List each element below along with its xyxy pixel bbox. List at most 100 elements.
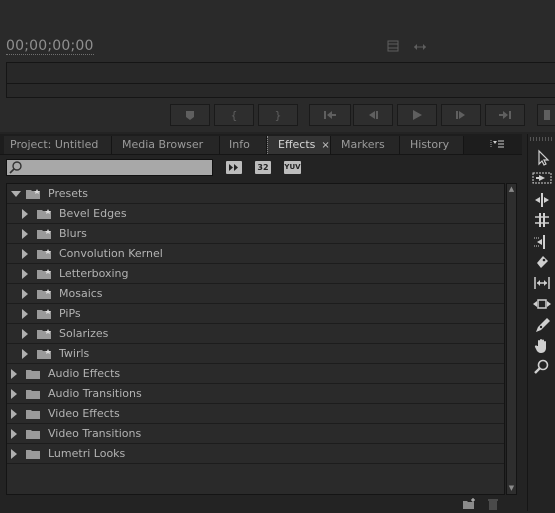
- scroll-down-icon[interactable]: ▼: [507, 484, 516, 493]
- disclosure-collapsed-icon[interactable]: [22, 209, 28, 219]
- add-marker-button[interactable]: [170, 104, 210, 126]
- accelerated-effects-icon: [226, 161, 242, 174]
- disclosure-collapsed-icon[interactable]: [22, 349, 28, 359]
- monitor-time-ruler[interactable]: [6, 62, 555, 84]
- panel-tab-bar: Project: Untitled Media Browser Info Eff…: [0, 134, 522, 155]
- lift-button[interactable]: [537, 104, 555, 126]
- 32bit-label: 32: [257, 163, 269, 172]
- disclosure-collapsed-icon[interactable]: [11, 429, 17, 439]
- tree-row-blurs[interactable]: Blurs: [7, 224, 504, 244]
- folder-icon: [26, 429, 41, 439]
- disclosure-collapsed-icon[interactable]: [11, 389, 17, 399]
- tab-media-browser[interactable]: Media Browser: [112, 136, 220, 154]
- tree-row-label: Solarizes: [59, 327, 109, 340]
- tree-scrollbar[interactable]: ▲ ▼: [506, 183, 517, 495]
- disclosure-expanded-icon[interactable]: [11, 191, 21, 197]
- tree-row-convolution-kernel[interactable]: Convolution Kernel: [7, 244, 504, 264]
- preset-folder-icon: [37, 349, 52, 359]
- ripple-edit-tool-icon[interactable]: [532, 191, 552, 209]
- tree-row-letterboxing[interactable]: Letterboxing: [7, 264, 504, 284]
- new-bin-icon[interactable]: [462, 498, 477, 510]
- disclosure-collapsed-icon[interactable]: [22, 309, 28, 319]
- pen-tool-icon[interactable]: [532, 316, 552, 334]
- effects-search-input[interactable]: [6, 159, 213, 176]
- tree-row-audio-transitions[interactable]: Audio Transitions: [7, 384, 504, 404]
- drag-video-icon[interactable]: [413, 41, 427, 55]
- step-forward-button[interactable]: [441, 104, 481, 126]
- tree-row-mosaics[interactable]: Mosaics: [7, 284, 504, 304]
- preset-folder-icon: [37, 289, 52, 299]
- tree-row-video-transitions[interactable]: Video Transitions: [7, 424, 504, 444]
- selection-tool-icon[interactable]: [532, 149, 552, 167]
- razor-tool-icon[interactable]: [532, 253, 552, 271]
- tools-panel: [527, 134, 555, 511]
- rolling-edit-tool-icon[interactable]: [532, 211, 552, 229]
- tree-row-label: Letterboxing: [59, 267, 129, 280]
- 32bit-filter[interactable]: 32: [255, 161, 271, 174]
- scroll-up-icon[interactable]: ▲: [507, 185, 516, 194]
- tree-row-video-effects[interactable]: Video Effects: [7, 404, 504, 424]
- search-icon: [9, 160, 23, 174]
- disclosure-collapsed-icon[interactable]: [11, 409, 17, 419]
- panel-grip[interactable]: [530, 137, 554, 141]
- tree-row-audio-effects[interactable]: Audio Effects: [7, 364, 504, 384]
- step-back-icon: [369, 111, 378, 119]
- preset-folder-icon: [37, 269, 52, 279]
- tab-history[interactable]: History: [400, 136, 464, 154]
- tree-row-bevel-edges[interactable]: Bevel Edges: [7, 204, 504, 224]
- program-monitor: 00;00;00;00 { }: [0, 0, 555, 132]
- slip-tool-icon[interactable]: [532, 274, 552, 292]
- timecode-display[interactable]: 00;00;00;00: [6, 38, 94, 55]
- tree-row-lumetri-looks[interactable]: Lumetri Looks: [7, 444, 504, 464]
- accelerated-effects-filter[interactable]: [226, 161, 242, 174]
- tab-label: History: [410, 138, 450, 151]
- slide-tool-icon[interactable]: [532, 295, 552, 313]
- tab-close-icon[interactable]: ×: [321, 140, 329, 151]
- tree-row-solarizes[interactable]: Solarizes: [7, 324, 504, 344]
- preset-folder-icon: [37, 309, 52, 319]
- play-button[interactable]: [397, 104, 437, 126]
- preset-folder-icon: [26, 189, 41, 199]
- tree-row-label: Video Transitions: [48, 427, 142, 440]
- mark-in-button[interactable]: {: [214, 104, 254, 126]
- mark-out-button[interactable]: }: [258, 104, 298, 126]
- tree-row-presets[interactable]: Presets: [7, 184, 504, 204]
- tree-row-label: Audio Effects: [48, 367, 121, 380]
- rate-stretch-tool-icon[interactable]: [532, 233, 552, 251]
- yuv-filter[interactable]: YUV: [284, 161, 301, 174]
- hand-tool-icon[interactable]: [532, 337, 552, 355]
- go-to-out-button[interactable]: [485, 104, 525, 126]
- tab-label: Effects: [278, 138, 316, 151]
- step-back-button[interactable]: [353, 104, 393, 126]
- tree-row-label: Audio Transitions: [48, 387, 142, 400]
- disclosure-collapsed-icon[interactable]: [11, 369, 17, 379]
- disclosure-collapsed-icon[interactable]: [22, 289, 28, 299]
- disclosure-collapsed-icon[interactable]: [22, 269, 28, 279]
- effects-tree: Presets Bevel Edges Blurs Convolution Kerne…: [6, 183, 505, 495]
- disclosure-collapsed-icon[interactable]: [11, 449, 17, 459]
- track-select-tool-icon[interactable]: [532, 169, 552, 187]
- folder-icon: [26, 389, 41, 399]
- delete-icon[interactable]: [488, 498, 498, 510]
- tab-effects[interactable]: Effects ×: [267, 136, 331, 154]
- disclosure-collapsed-icon[interactable]: [22, 229, 28, 239]
- tab-info[interactable]: Info: [220, 136, 267, 154]
- tab-label: Markers: [341, 138, 385, 151]
- tab-project[interactable]: Project: Untitled: [4, 136, 112, 154]
- monitor-zoom-bar[interactable]: [6, 83, 555, 98]
- tree-row-label: Bevel Edges: [59, 207, 127, 220]
- play-icon: [413, 110, 422, 120]
- disclosure-collapsed-icon[interactable]: [22, 329, 28, 339]
- tree-row-twirls[interactable]: Twirls: [7, 344, 504, 364]
- tree-row-label: Lumetri Looks: [48, 447, 126, 460]
- tree-row-pips[interactable]: PiPs: [7, 304, 504, 324]
- panel-bottom-bar: [0, 496, 522, 511]
- safe-margins-icon[interactable]: [387, 40, 399, 55]
- go-to-in-button[interactable]: [309, 104, 351, 126]
- tab-markers[interactable]: Markers: [331, 136, 400, 154]
- panel-menu-icon[interactable]: [486, 138, 506, 150]
- tree-row-label: Convolution Kernel: [59, 247, 163, 260]
- disclosure-collapsed-icon[interactable]: [22, 249, 28, 259]
- zoom-tool-icon[interactable]: [532, 358, 552, 376]
- tree-row-label: Blurs: [59, 227, 87, 240]
